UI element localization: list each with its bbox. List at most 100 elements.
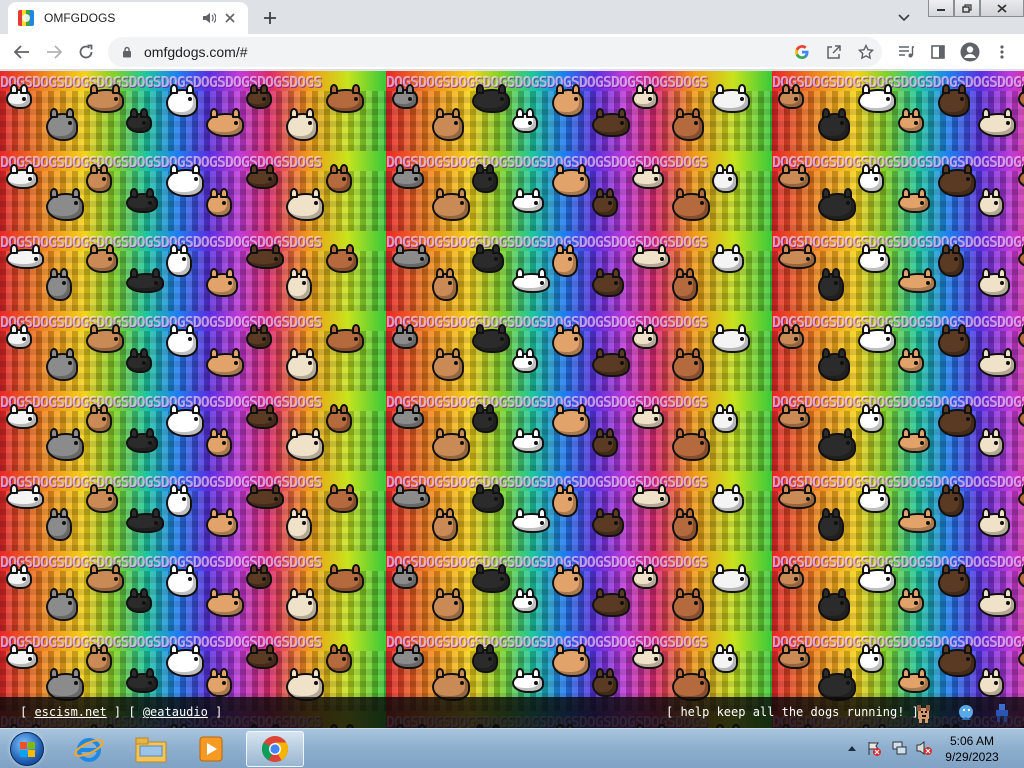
dog-eye <box>62 521 66 525</box>
share-icon[interactable] <box>818 40 850 64</box>
minimize-button[interactable] <box>928 0 954 17</box>
favicon-icon <box>18 10 34 26</box>
dog-ear <box>832 268 840 278</box>
dog-tile: DOGSDOGSDOGSDOGSDOGSDOGSDOGSDOGSDOGSDOGS <box>0 391 386 471</box>
dog-eye <box>454 601 458 605</box>
restore-button[interactable] <box>954 0 980 17</box>
dog-ear <box>106 484 114 494</box>
running-dog-sprite <box>632 84 658 109</box>
running-dog-sprite <box>898 108 924 133</box>
system-clock[interactable]: 5:06 AM 9/29/2023 <box>940 733 1004 765</box>
dog-ear <box>982 668 990 678</box>
close-window-button[interactable] <box>980 0 1024 17</box>
google-lens-icon[interactable] <box>786 40 818 64</box>
tab-omfgdogs[interactable]: OMFGDOGS <box>8 2 248 34</box>
internet-explorer-icon[interactable] <box>60 731 118 767</box>
dog-tile: DOGSDOGSDOGSDOGSDOGSDOGSDOGSDOGSDOGSDOGS <box>0 71 386 151</box>
dog-ear <box>538 508 546 518</box>
running-dog-sprite <box>898 668 930 693</box>
help-keep-dogs-running-link[interactable]: [ help keep all the dogs running! ] <box>666 705 919 719</box>
running-dog-sprite <box>938 324 970 357</box>
tab-close-icon[interactable] <box>222 10 238 26</box>
blue-bird-icon[interactable] <box>954 700 978 726</box>
running-dog-sprite <box>392 564 418 589</box>
running-dog-sprite <box>978 428 1004 457</box>
running-dog-sprite <box>46 588 78 621</box>
new-tab-button[interactable] <box>258 6 282 30</box>
address-bar[interactable]: omfgdogs.com/# <box>108 37 882 67</box>
dog-ear <box>526 108 534 118</box>
dog-ear <box>964 164 972 174</box>
dog-ear <box>406 324 414 334</box>
forward-button[interactable] <box>42 40 66 64</box>
running-dog-sprite <box>326 644 352 673</box>
dog-ear <box>140 348 148 358</box>
dog-ear <box>572 564 580 574</box>
dog-ear <box>782 564 790 574</box>
menu-kebab-icon[interactable] <box>990 40 1014 64</box>
running-dog-sprite <box>166 164 204 197</box>
dog-ear <box>330 644 338 654</box>
dog-eye <box>342 417 346 421</box>
link-escism[interactable]: escism.net <box>34 705 106 719</box>
running-dog-sprite <box>392 484 430 509</box>
dog-ear <box>152 508 160 518</box>
dog-ear <box>532 668 540 678</box>
dog-eye <box>314 441 318 445</box>
dog-ear <box>982 348 990 358</box>
dog-ear <box>822 588 830 598</box>
running-dog-sprite <box>712 564 750 593</box>
chrome-taskbar-icon[interactable] <box>246 731 304 767</box>
action-center-flag-icon[interactable] <box>866 739 882 757</box>
dog-ear <box>130 268 138 278</box>
media-control-icon[interactable] <box>894 40 918 64</box>
dog-ear <box>862 644 870 654</box>
dog-ear <box>676 508 684 518</box>
dog-eye <box>1000 521 1004 525</box>
running-dog-sprite <box>672 348 704 381</box>
running-dog-sprite <box>86 404 112 433</box>
bookmark-star-icon[interactable] <box>850 40 882 64</box>
running-dog-sprite <box>672 268 698 301</box>
lock-icon[interactable] <box>120 45 134 59</box>
running-dog-sprite <box>858 484 890 513</box>
dog-ear <box>676 108 684 118</box>
side-panel-icon[interactable] <box>926 40 950 64</box>
dog-eye <box>348 257 352 261</box>
dog-ear <box>130 508 138 518</box>
blue-figure-icon[interactable] <box>990 700 1014 726</box>
dog-ear <box>290 348 298 358</box>
dog-pixel-icon[interactable] <box>912 700 936 726</box>
dog-ear <box>170 484 178 494</box>
dog-ear <box>250 404 258 414</box>
dog-ear <box>300 268 308 278</box>
running-dog-sprite <box>86 644 112 673</box>
speaker-icon[interactable] <box>200 10 218 26</box>
running-dog-sprite <box>206 588 244 617</box>
url-text[interactable]: omfgdogs.com/# <box>144 44 786 60</box>
dog-ear <box>50 188 58 198</box>
running-dog-sprite <box>858 564 896 593</box>
profile-avatar-icon[interactable] <box>958 40 982 64</box>
tray-overflow-arrow-icon[interactable] <box>844 739 860 757</box>
link-eataudio[interactable]: @eataudio <box>143 705 208 719</box>
dog-eye <box>648 337 652 341</box>
file-explorer-icon[interactable] <box>122 731 180 767</box>
start-button[interactable] <box>4 730 50 768</box>
dog-eye <box>1006 361 1010 365</box>
dog-ear <box>606 428 614 438</box>
running-dog-sprite <box>712 164 738 193</box>
dog-tile: DOGSDOGSDOGSDOGSDOGSDOGSDOGSDOGSDOGSDOGS <box>772 231 1024 311</box>
reload-button[interactable] <box>74 40 98 64</box>
dog-eye <box>534 681 538 685</box>
dog-ear <box>220 188 228 198</box>
dog-eye <box>142 361 146 365</box>
media-player-icon[interactable] <box>182 731 240 767</box>
network-icon[interactable] <box>892 739 908 757</box>
back-button[interactable] <box>10 40 34 64</box>
volume-muted-icon[interactable] <box>916 739 932 757</box>
tab-search-chevron-icon[interactable] <box>894 8 914 28</box>
dog-eye <box>994 201 998 205</box>
dog-ear <box>476 564 484 574</box>
dog-eye <box>688 281 692 285</box>
